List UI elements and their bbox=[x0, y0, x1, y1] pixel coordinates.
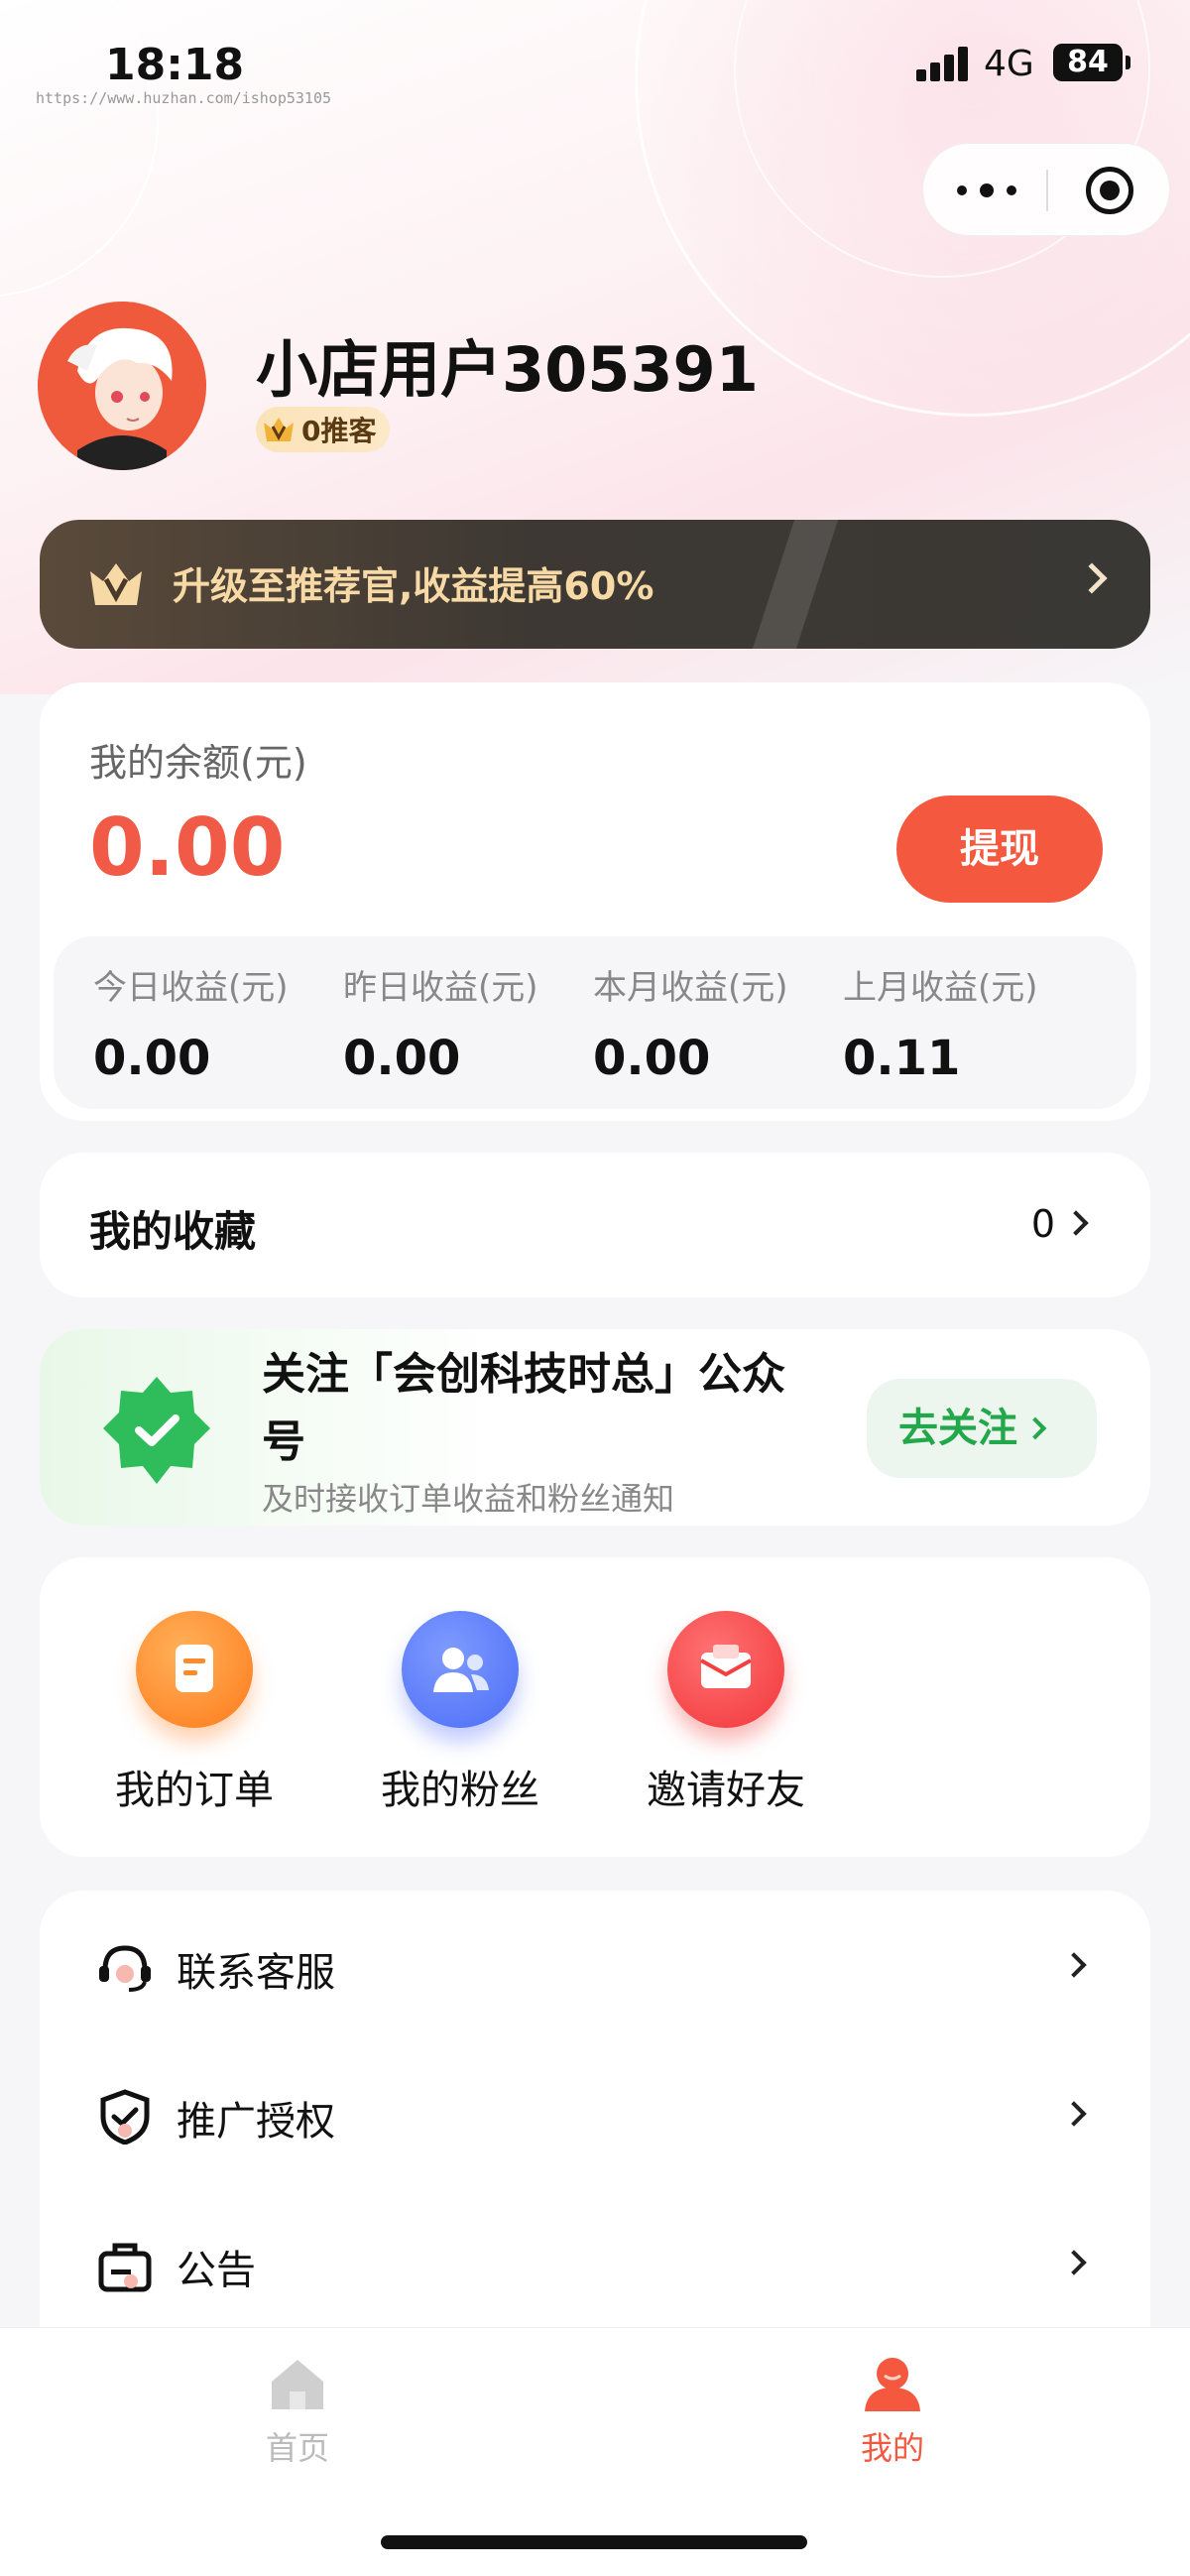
chevron-right-icon bbox=[1061, 2250, 1087, 2275]
user-icon bbox=[861, 2352, 924, 2415]
chevron-right-icon bbox=[1076, 562, 1108, 594]
miniprogram-capsule bbox=[922, 143, 1170, 236]
follow-account-card: 关注「会创科技时总」公众号 及时接收订单收益和粉丝通知 去关注 bbox=[40, 1329, 1150, 1526]
vip-crown-icon bbox=[262, 415, 296, 444]
menu-item-customer-service[interactable]: 联系客服 bbox=[40, 1891, 1150, 2039]
upgrade-banner[interactable]: 升级至推荐官,收益提高60% bbox=[40, 520, 1150, 649]
earning-yesterday: 昨日收益(元) 0.00 bbox=[343, 968, 538, 1086]
tool-label: 我的订单 bbox=[115, 1768, 274, 1813]
chevron-right-icon bbox=[1061, 2101, 1087, 2127]
menu-item-notice[interactable]: 公告 bbox=[40, 2188, 1150, 2337]
level-badge: 0推客 bbox=[256, 407, 391, 452]
favorites-row[interactable]: 我的收藏 0 bbox=[40, 1153, 1150, 1297]
watermark-url: https://www.huzhan.com/ishop53105 bbox=[36, 89, 332, 107]
menu-item-label: 联系客服 bbox=[177, 1950, 335, 1996]
follow-title: 关注「会创科技时总」公众号 bbox=[262, 1349, 785, 1467]
balance-card: 我的余额(元) 0.00 提现 今日收益(元) 0.00 昨日收益(元) 0.0… bbox=[40, 682, 1150, 1121]
withdraw-button[interactable]: 提现 bbox=[896, 796, 1103, 903]
home-icon bbox=[266, 2352, 329, 2415]
verified-badge-icon bbox=[99, 1373, 214, 1488]
home-indicator bbox=[381, 2535, 807, 2549]
earnings-summary: 今日收益(元) 0.00 昨日收益(元) 0.00 本月收益(元) 0.00 上… bbox=[54, 936, 1136, 1109]
invite-icon bbox=[667, 1611, 784, 1728]
menu-item-promo-authorization[interactable]: 推广授权 bbox=[40, 2039, 1150, 2188]
close-miniprogram-icon[interactable] bbox=[1086, 167, 1133, 214]
menu-item-label: 推广授权 bbox=[177, 2099, 335, 2145]
favorites-count: 0 bbox=[1030, 1202, 1055, 1246]
shield-check-icon bbox=[95, 2089, 155, 2146]
signal-icon bbox=[916, 46, 972, 81]
headset-icon bbox=[95, 1940, 155, 1996]
order-icon bbox=[136, 1611, 253, 1728]
tool-my-orders[interactable]: 我的订单 bbox=[95, 1611, 294, 1815]
tab-mine[interactable]: 我的 bbox=[793, 2352, 992, 2469]
username: 小店用户305391 bbox=[256, 333, 759, 406]
avatar[interactable] bbox=[38, 302, 206, 470]
earning-today: 今日收益(元) 0.00 bbox=[93, 968, 289, 1086]
follow-button-label: 去关注 bbox=[898, 1406, 1017, 1451]
menu-item-label: 公告 bbox=[177, 2248, 256, 2293]
tool-label: 我的粉丝 bbox=[381, 1768, 539, 1813]
fans-icon bbox=[402, 1611, 519, 1728]
follow-button[interactable]: 去关注 bbox=[867, 1379, 1097, 1478]
more-icon[interactable] bbox=[957, 176, 1016, 205]
balance-value: 0.00 bbox=[89, 801, 286, 894]
tab-label: 我的 bbox=[860, 2429, 924, 2467]
chevron-right-icon bbox=[1023, 1416, 1047, 1440]
level-label: 0推客 bbox=[301, 415, 377, 447]
notice-icon bbox=[95, 2238, 155, 2293]
follow-subtitle: 及时接收订单收益和粉丝通知 bbox=[262, 1480, 675, 1518]
crown-icon bbox=[87, 559, 145, 609]
tool-label: 邀请好友 bbox=[647, 1768, 805, 1813]
earning-this-month: 本月收益(元) 0.00 bbox=[593, 968, 788, 1086]
tab-home[interactable]: 首页 bbox=[198, 2352, 397, 2469]
earning-last-month: 上月收益(元) 0.11 bbox=[843, 968, 1038, 1086]
network-type: 4G bbox=[984, 44, 1034, 84]
tools-card: 我的订单 我的粉丝 邀请好友 bbox=[40, 1557, 1150, 1857]
chevron-right-icon bbox=[1063, 1210, 1089, 1236]
upgrade-text: 升级至推荐官,收益提高60% bbox=[173, 564, 654, 608]
tool-invite-friends[interactable]: 邀请好友 bbox=[627, 1611, 825, 1815]
tool-my-fans[interactable]: 我的粉丝 bbox=[361, 1611, 559, 1815]
status-time: 18:18 bbox=[105, 40, 245, 90]
battery-icon: 84 bbox=[1053, 44, 1130, 81]
balance-label: 我的余额(元) bbox=[89, 741, 307, 785]
chevron-right-icon bbox=[1061, 1952, 1087, 1978]
favorites-label: 我的收藏 bbox=[89, 1207, 257, 1256]
tab-label: 首页 bbox=[265, 2429, 329, 2467]
